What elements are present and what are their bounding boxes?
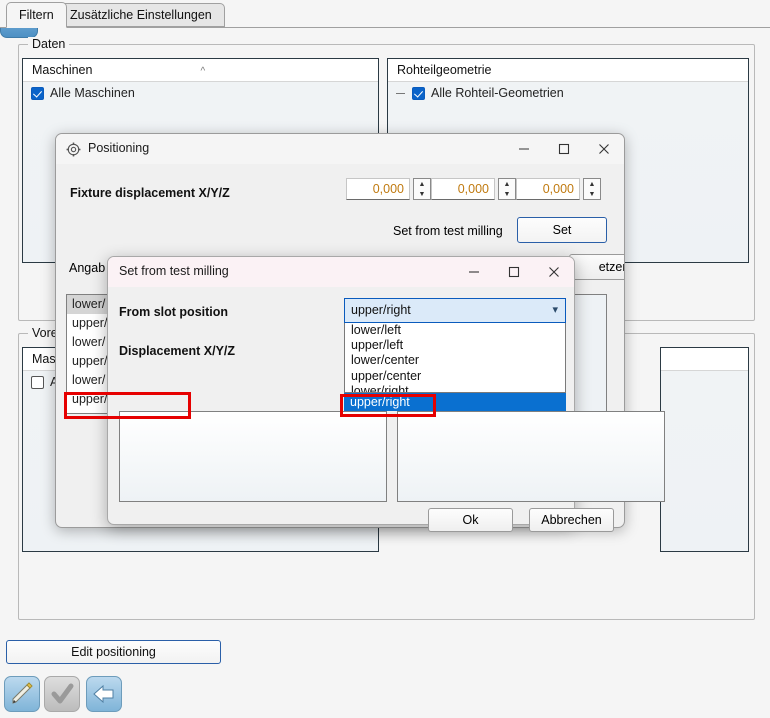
list-item-label: Alle Rohteil-Geometrien [431,86,564,100]
from-slot-position-label: From slot position [119,305,229,319]
maximize-icon [558,143,570,155]
sfm-window-buttons [454,257,574,287]
fixture-y-input[interactable]: 0,000 [431,178,495,200]
list-item[interactable]: Alle Maschinen [23,82,378,104]
dropdown-option-selected[interactable]: upper/right [344,393,566,411]
stepper-up-icon[interactable]: ▲ [419,181,426,188]
sfm-titlebar[interactable]: Set from test milling [108,257,574,287]
tab-zusaetzliche-einstellungen[interactable]: Zusätzliche Einstellungen [57,3,225,27]
reset-button[interactable]: etzen [569,254,624,280]
dropdown-option[interactable]: lower/center [345,353,565,368]
panel-rohteil-header[interactable]: Rohteilgeometrie [388,59,748,82]
slot-position-value: upper/right [351,303,411,317]
sfm-left-panel [119,411,387,502]
pencil-icon [12,682,33,704]
close-icon [599,144,609,154]
positioning-window-buttons [504,134,624,164]
minimize-icon [469,271,479,273]
slot-position-dropdown-list[interactable]: lower/left upper/left lower/center upper… [344,323,566,393]
back-icon-button[interactable] [86,676,122,712]
stepper-down-icon[interactable]: ▼ [589,191,596,198]
checkbox-checked-icon[interactable] [31,86,44,100]
fixture-z-spinner[interactable]: 0,000 ▲ ▼ [516,178,601,200]
sfm-right-panel [397,411,665,502]
gear-icon [66,142,81,157]
confirm-icon-button [44,676,80,712]
panel-maschinen-header[interactable]: Maschinen ^ [23,59,378,82]
panel-rohteil-header-label: Rohteilgeometrie [397,63,492,77]
tree-connector-icon [396,92,405,94]
fixture-x-input[interactable]: 0,000 [346,178,410,200]
panel-voreinstellungen-right[interactable] [660,347,749,552]
fixture-y-stepper[interactable]: ▲ ▼ [498,178,516,200]
sort-ascending-icon: ^ [200,66,206,77]
close-icon [549,267,559,277]
panel-maschinen-header-label: Maschinen [32,63,93,77]
cancel-button[interactable]: Abbrechen [529,508,614,532]
minimize-button[interactable] [504,134,544,164]
displacement-label: Displacement X/Y/Z [119,344,236,358]
maximize-button[interactable] [494,257,534,287]
fixture-z-input[interactable]: 0,000 [516,178,580,200]
sfm-title: Set from test milling [119,264,229,278]
fixture-x-spinner[interactable]: 0,000 ▲ ▼ [346,178,431,200]
panel-vorein-right-body [661,371,748,551]
back-arrow-icon [93,684,114,704]
group-daten-label: Daten [28,37,70,51]
dropdown-option[interactable]: upper/center [345,369,565,384]
minimize-button[interactable] [454,257,494,287]
stepper-up-icon[interactable]: ▲ [589,181,596,188]
checkbox-unchecked-icon[interactable] [31,375,44,389]
maximize-icon [508,266,520,278]
set-from-test-milling-dialog: Set from test milling From slot position… [107,256,665,532]
fixture-z-stepper[interactable]: ▲ ▼ [583,178,601,200]
tab-strip: Filtern Zusätzliche Einstellungen [0,0,770,28]
tab-filtern[interactable]: Filtern [6,2,67,28]
ok-button[interactable]: Ok [428,508,513,532]
close-button[interactable] [534,257,574,287]
fixture-y-spinner[interactable]: 0,000 ▲ ▼ [431,178,516,200]
chevron-down-icon[interactable]: ▾ [552,299,558,322]
fixture-x-stepper[interactable]: ▲ ▼ [413,178,431,200]
stepper-down-icon[interactable]: ▼ [504,191,511,198]
dropdown-option[interactable]: upper/left [345,338,565,353]
list-item[interactable]: Alle Rohteil-Geometrien [388,82,748,104]
dropdown-option[interactable]: lower/right [345,384,565,392]
set-from-test-milling-label: Set from test milling [393,224,503,238]
check-icon [51,683,74,704]
pencil-icon-button[interactable] [4,676,40,712]
set-button[interactable]: Set [517,217,607,243]
tab-baseline [0,27,770,28]
stepper-up-icon[interactable]: ▲ [504,181,511,188]
checkbox-checked-icon[interactable] [412,86,425,100]
panel-vorein-right-header [661,348,748,371]
minimize-icon [519,148,529,150]
positioning-title: Positioning [88,141,150,155]
edit-positioning-button[interactable]: Edit positioning [6,640,221,664]
close-button[interactable] [584,134,624,164]
angaben-label: Angab [69,261,106,275]
positioning-titlebar[interactable]: Positioning [56,134,624,164]
maximize-button[interactable] [544,134,584,164]
app-window: Filtern Zusätzliche Einstellungen Daten … [0,0,770,718]
list-item-label: Alle Maschinen [50,86,135,100]
slot-position-combobox[interactable]: upper/right ▾ [344,298,566,323]
stepper-down-icon[interactable]: ▼ [419,191,426,198]
fixture-displacement-label: Fixture displacement X/Y/Z [70,186,230,200]
dropdown-option[interactable]: lower/left [345,323,565,338]
